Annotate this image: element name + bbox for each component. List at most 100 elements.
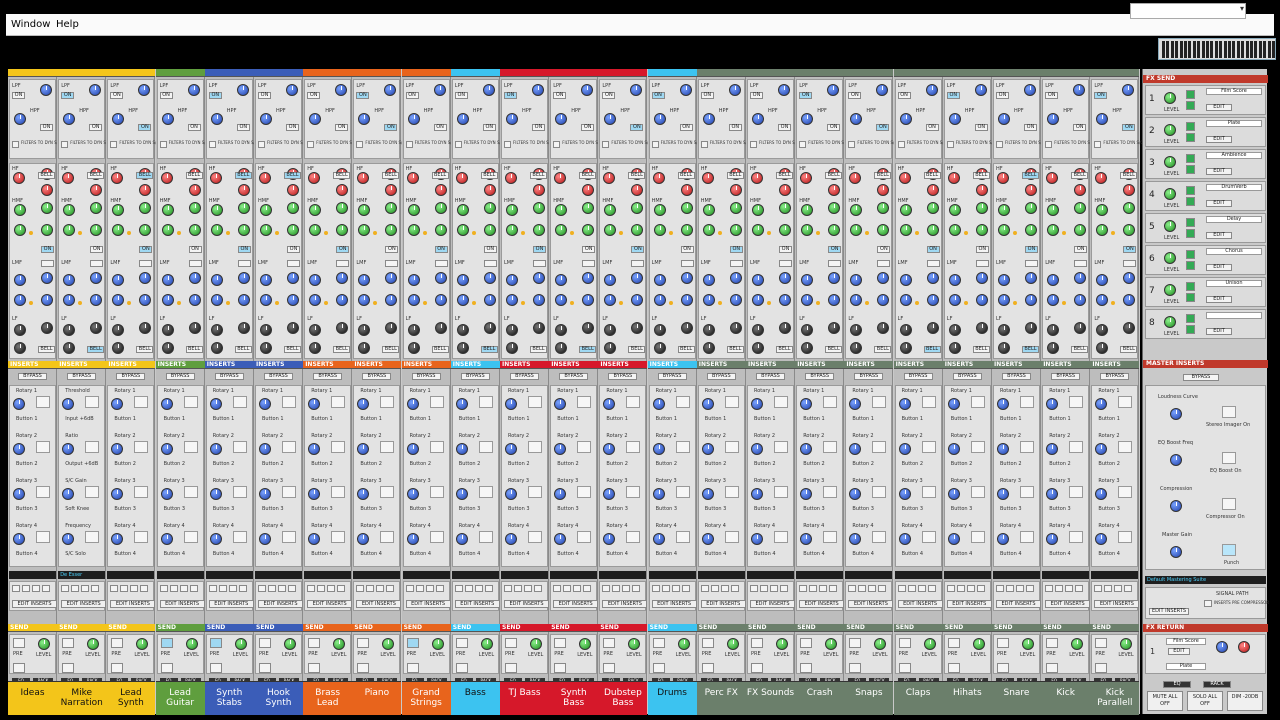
hf-gain-2-knob[interactable] <box>1074 184 1087 196</box>
insert-button[interactable] <box>921 441 936 453</box>
hmf-freq-2-knob[interactable] <box>729 224 742 236</box>
hf-gain-2-knob[interactable] <box>828 184 841 196</box>
send-2-button[interactable] <box>751 663 763 673</box>
channel-name[interactable]: FX Sounds <box>746 681 795 715</box>
hmf-freq-2-knob[interactable] <box>533 224 545 236</box>
insert-rotary-knob[interactable] <box>849 443 862 455</box>
lmf-freq-knob[interactable] <box>1123 272 1136 284</box>
hmf-freq-knob[interactable] <box>975 202 988 214</box>
send-2-button[interactable] <box>406 663 419 673</box>
master-edit-inserts-button[interactable]: EDIT INSERTS <box>1149 608 1189 615</box>
hpf-on-button[interactable]: ON <box>581 124 595 131</box>
lpf-on-button[interactable]: ON <box>405 92 419 99</box>
hf-bell-button[interactable]: BELL <box>1022 172 1039 179</box>
lf-bell-button[interactable]: BELL <box>431 346 449 353</box>
insert-nav-button[interactable] <box>278 585 286 592</box>
channel-name[interactable]: Kick Parallell <box>1090 681 1140 715</box>
channel-name[interactable]: Grand Strings <box>401 681 451 715</box>
hmf-freq-knob[interactable] <box>90 202 103 214</box>
hf-gain-knob[interactable] <box>751 172 763 184</box>
hmf-freq-knob[interactable] <box>434 202 447 214</box>
lmf-button[interactable] <box>237 260 251 267</box>
lpf-on-button[interactable]: ON <box>307 92 321 99</box>
insert-button[interactable] <box>1118 531 1133 543</box>
bypass-button[interactable]: BYPASS <box>18 373 47 380</box>
bypass-button[interactable]: BYPASS <box>854 373 884 380</box>
lf-q-knob[interactable] <box>998 342 1010 354</box>
hmf-freq-2-knob[interactable] <box>483 224 496 236</box>
pre-button[interactable] <box>997 638 1009 648</box>
insert-nav-button[interactable] <box>897 585 906 592</box>
edit-inserts-button[interactable]: EDIT INSERTS <box>110 600 156 608</box>
hmf-q-knob[interactable] <box>850 224 863 236</box>
insert-button[interactable] <box>183 441 198 453</box>
lpf-freq-knob[interactable] <box>679 84 692 96</box>
lpf-on-button[interactable]: ON <box>61 92 75 99</box>
insert-nav-button[interactable] <box>1026 585 1034 592</box>
hpf-on-button[interactable]: ON <box>40 124 53 131</box>
insert-button[interactable] <box>823 396 838 408</box>
insert-nav-button[interactable] <box>780 585 788 592</box>
send-level-knob[interactable] <box>136 638 149 650</box>
punch-button[interactable] <box>1222 544 1236 556</box>
hf-gain-2-knob[interactable] <box>975 184 988 196</box>
lpf-on-button[interactable]: ON <box>799 92 813 99</box>
lf-gain-knob[interactable] <box>555 324 568 336</box>
insert-rotary-knob[interactable] <box>209 533 222 545</box>
hf-bell-button[interactable]: BELL <box>726 172 744 179</box>
insert-nav-button[interactable] <box>484 585 493 592</box>
insert-rotary-knob[interactable] <box>111 488 124 500</box>
lmf-freq-knob[interactable] <box>287 272 299 284</box>
fx-send-level-knob[interactable] <box>1164 92 1176 104</box>
lmf-freq-knob[interactable] <box>975 272 988 284</box>
lf-freq-knob[interactable] <box>631 322 644 334</box>
insert-nav-button[interactable] <box>1016 585 1024 592</box>
lpf-freq-knob[interactable] <box>974 84 987 96</box>
insert-button[interactable] <box>282 486 296 498</box>
fx-send-led-button[interactable] <box>1186 165 1195 174</box>
hmf-gain-knob[interactable] <box>752 204 764 216</box>
insert-button[interactable] <box>528 396 542 408</box>
insert-nav-button[interactable] <box>218 585 227 592</box>
hpf-on-button[interactable]: ON <box>827 124 841 131</box>
insert-nav-button[interactable] <box>524 585 532 592</box>
hpf-on-button[interactable]: ON <box>679 124 693 131</box>
lf-bell-button[interactable]: BELL <box>136 346 154 353</box>
pre-button[interactable] <box>505 638 517 648</box>
insert-button[interactable] <box>183 531 198 543</box>
filters-to-dyn-checkbox[interactable] <box>553 141 561 148</box>
insert-button[interactable] <box>134 396 149 408</box>
filters-to-dyn-checkbox[interactable] <box>159 141 167 148</box>
insert-button[interactable] <box>183 486 198 498</box>
hf-bell-button[interactable]: BELL <box>628 172 646 179</box>
lmf-q-knob[interactable] <box>506 294 518 306</box>
fx-send-edit-button[interactable]: EDIT <box>1206 264 1232 271</box>
send-2-button[interactable] <box>111 663 124 673</box>
hpf-freq-knob[interactable] <box>309 113 322 125</box>
fx-return-edit-button[interactable]: EDIT <box>1168 648 1190 655</box>
fx-send-led-button[interactable] <box>1186 282 1195 291</box>
insert-button[interactable] <box>577 396 592 408</box>
insert-nav-button[interactable] <box>573 585 582 592</box>
hf-gain-knob[interactable] <box>505 172 517 184</box>
lmf-freq-knob[interactable] <box>828 272 841 284</box>
insert-button[interactable] <box>823 486 838 498</box>
hmf-q-knob[interactable] <box>63 224 76 236</box>
hmf-on-button[interactable]: ON <box>631 246 645 253</box>
hmf-on-button[interactable]: ON <box>237 246 251 253</box>
send-2-button[interactable] <box>62 663 75 673</box>
pre-button[interactable] <box>554 638 567 648</box>
insert-nav-button[interactable] <box>700 585 709 592</box>
insert-nav-button[interactable] <box>327 585 336 592</box>
lf-bell-button[interactable]: BELL <box>1022 346 1039 353</box>
lf-q-knob[interactable] <box>161 342 174 354</box>
lf-freq-knob[interactable] <box>975 322 988 334</box>
hmf-gain-knob[interactable] <box>63 204 76 216</box>
insert-button[interactable] <box>675 441 690 453</box>
insert-nav-button[interactable] <box>563 585 572 592</box>
lpf-on-button[interactable]: ON <box>750 92 763 99</box>
insert-nav-button[interactable] <box>42 585 50 592</box>
lmf-gain-knob[interactable] <box>604 274 617 286</box>
lf-freq-knob[interactable] <box>139 322 152 334</box>
edit-inserts-button[interactable]: EDIT INSERTS <box>946 600 992 608</box>
